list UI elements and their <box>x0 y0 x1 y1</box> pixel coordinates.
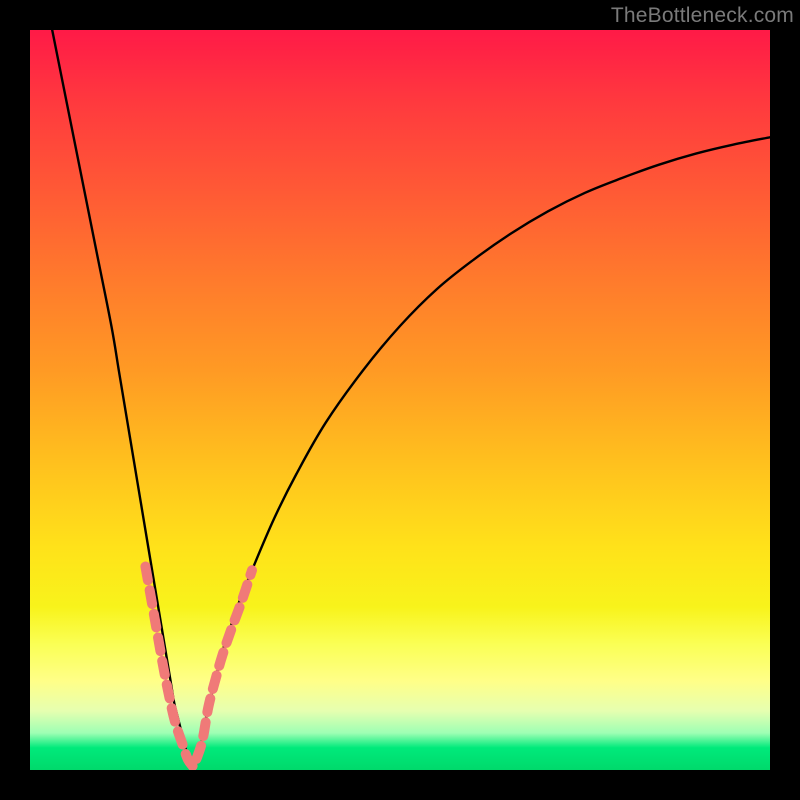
series-left-pink-dashes <box>145 567 192 767</box>
series-right-pink-dashes <box>197 570 253 759</box>
watermark-text: TheBottleneck.com <box>611 4 794 28</box>
series-group <box>52 30 770 766</box>
chart-svg <box>30 30 770 770</box>
series-left-curve <box>52 30 193 766</box>
chart-frame: TheBottleneck.com <box>0 0 800 800</box>
plot-area <box>30 30 770 770</box>
series-right-curve <box>193 137 770 766</box>
